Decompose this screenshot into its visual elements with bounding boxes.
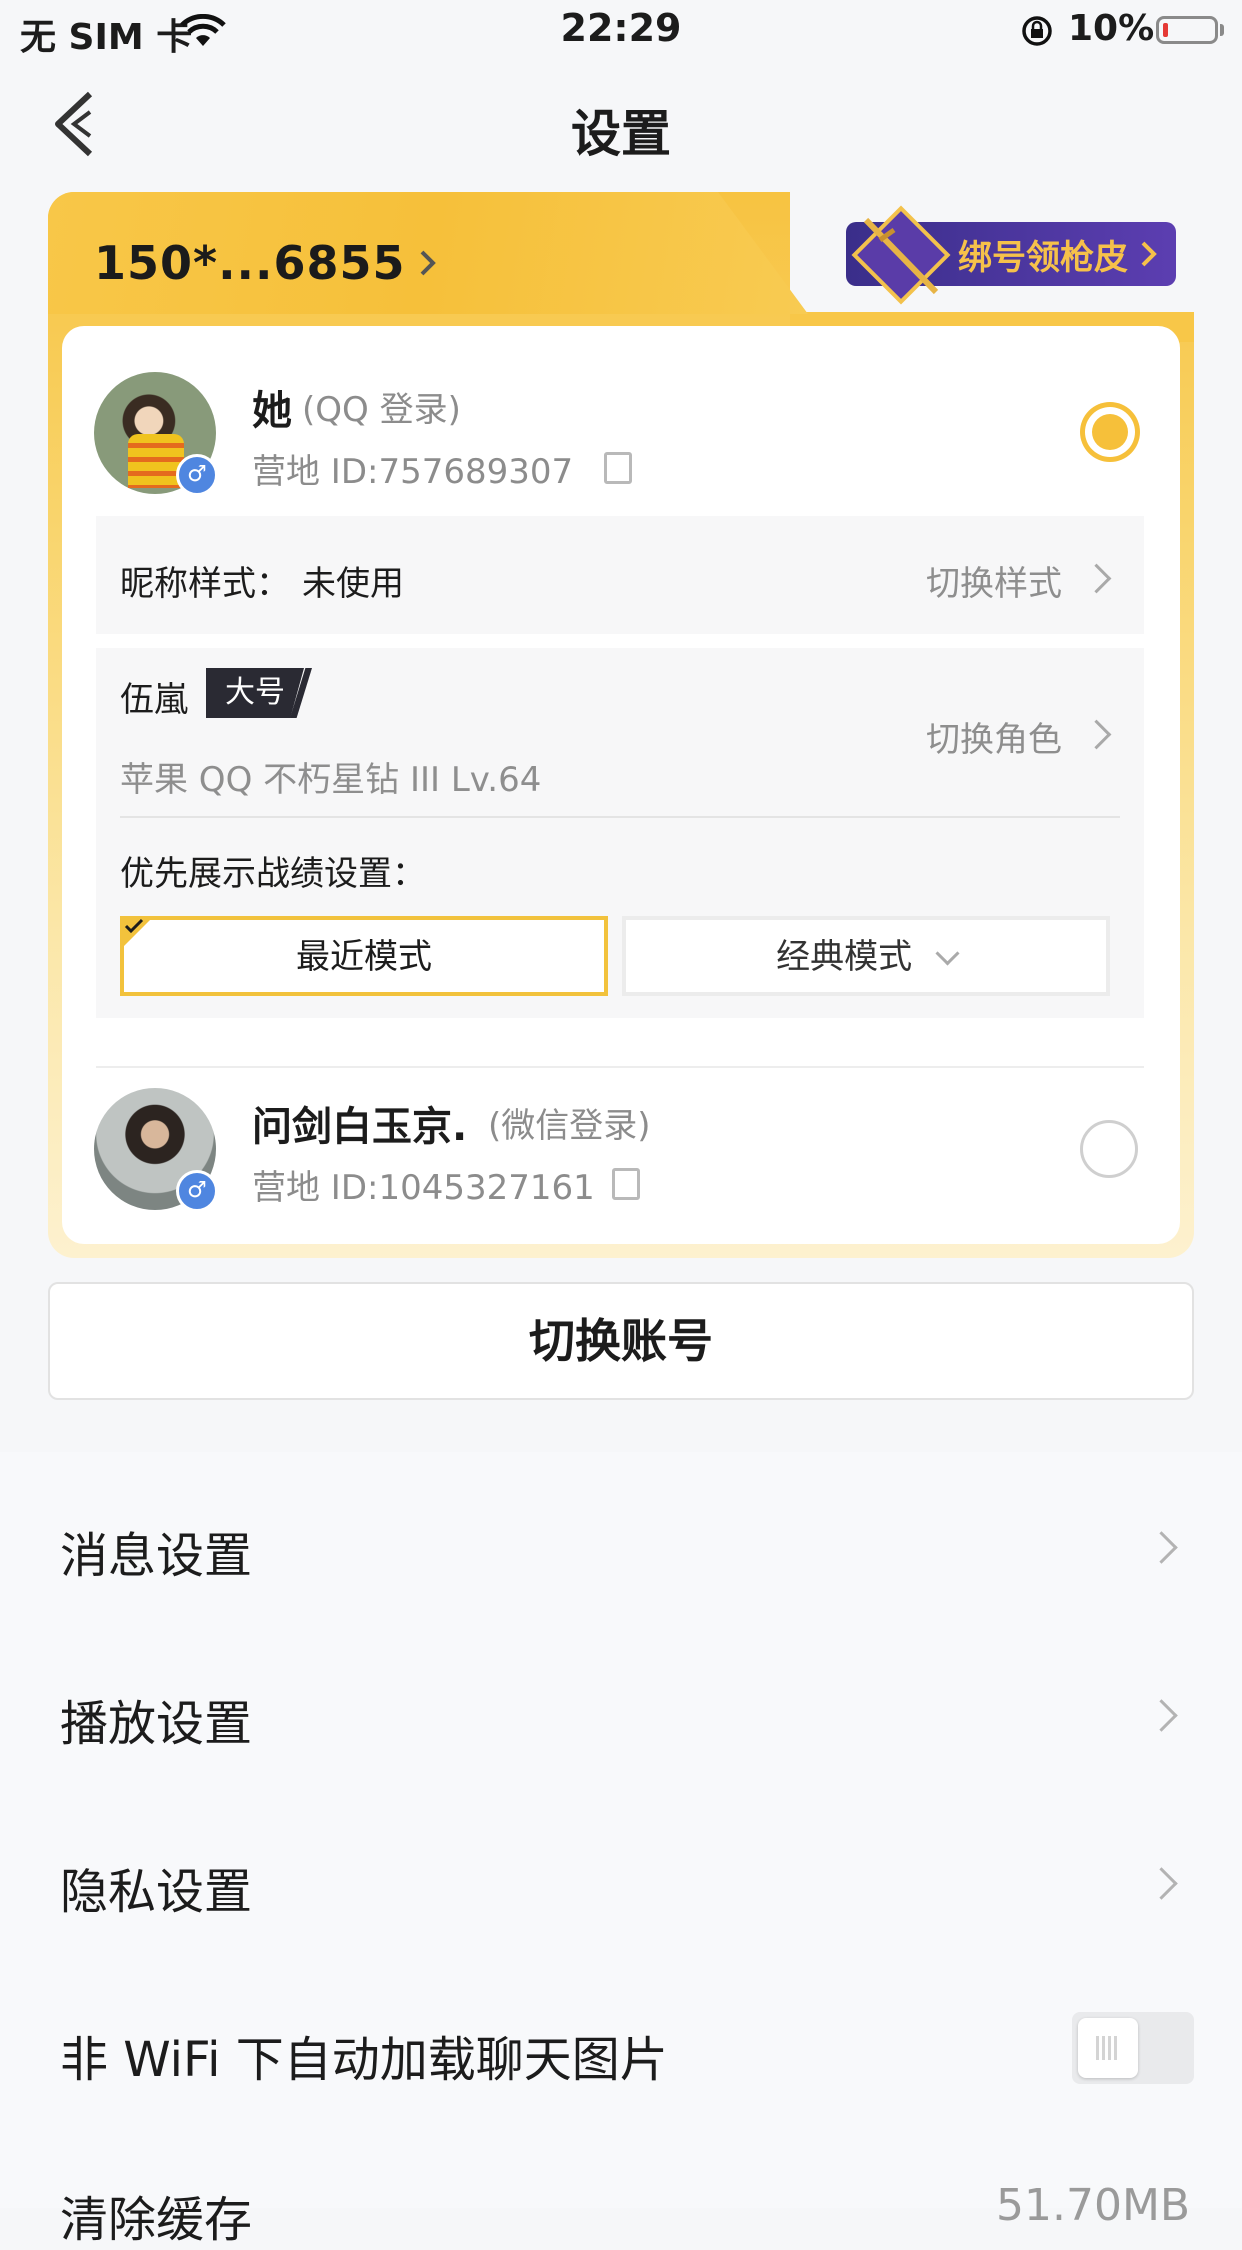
bind-reward-label[interactable]: 绑号领枪皮	[958, 230, 1128, 279]
nickname-style-label: 昵称样式：	[120, 564, 290, 604]
role-name: 伍嵐	[120, 680, 188, 720]
account-phone[interactable]: 150*...6855	[94, 236, 406, 290]
playback-settings-item[interactable]: 播放设置	[60, 1684, 252, 1754]
gun-skin-icon	[851, 205, 951, 305]
battery-icon	[1156, 16, 1218, 44]
check-icon	[124, 918, 144, 934]
classic-mode-button[interactable]: 经典模式	[622, 916, 1110, 996]
role-details: 苹果 QQ 不朽星钻 III Lv.64	[120, 760, 542, 800]
recent-mode-button[interactable]: 最近模式	[120, 916, 608, 996]
account-name: 她	[252, 388, 292, 434]
message-settings-item[interactable]: 消息设置	[60, 1516, 252, 1586]
clock: 22:29	[560, 6, 682, 50]
account-camp-id: 营地 ID:757689307	[252, 452, 574, 492]
main-account-tag: 大号	[206, 668, 304, 718]
toggle-grip	[1096, 2036, 1120, 2060]
copy-icon[interactable]	[612, 1168, 640, 1200]
divider	[96, 1066, 1144, 1068]
record-setting-label: 优先展示战绩设置：	[120, 854, 426, 894]
account-radio-unselected[interactable]	[1080, 1120, 1138, 1178]
male-icon: ♂	[176, 454, 218, 496]
account-login-type: (QQ 登录)	[302, 390, 461, 430]
classic-mode-label: 经典模式	[776, 937, 913, 977]
chevron-right-icon[interactable]	[418, 248, 438, 278]
privacy-settings-item[interactable]: 隐私设置	[60, 1852, 252, 1922]
account-login-type: (微信登录)	[488, 1106, 651, 1146]
battery-tip	[1220, 24, 1224, 36]
account-name: 问剑白玉京.	[252, 1104, 468, 1150]
auto-load-images-label: 非 WiFi 下自动加载聊天图片	[60, 2032, 668, 2088]
switch-style-link[interactable]: 切换样式	[926, 556, 1062, 605]
nickname-style-value: 未使用	[302, 564, 404, 604]
clear-cache-item[interactable]: 清除缓存	[60, 2180, 252, 2250]
page-title: 设置	[571, 105, 671, 163]
account-camp-id: 营地 ID:1045327161	[252, 1168, 595, 1208]
divider	[120, 816, 1120, 818]
cache-size: 51.70MB	[996, 2180, 1191, 2231]
chevron-right-icon	[1141, 241, 1157, 267]
switch-role-link[interactable]: 切换角色	[926, 712, 1062, 761]
status-bar: 无 SIM 卡 22:29 10%	[0, 0, 1242, 62]
rotation-lock-icon	[1022, 16, 1052, 46]
male-icon: ♂	[176, 1170, 218, 1212]
battery-level	[1163, 23, 1168, 37]
copy-icon[interactable]	[604, 452, 632, 484]
chevron-down-icon	[935, 941, 960, 966]
radio-dot	[1092, 414, 1128, 450]
battery-percent: 10%	[1068, 8, 1155, 49]
switch-account-button[interactable]: 切换账号	[48, 1282, 1194, 1400]
